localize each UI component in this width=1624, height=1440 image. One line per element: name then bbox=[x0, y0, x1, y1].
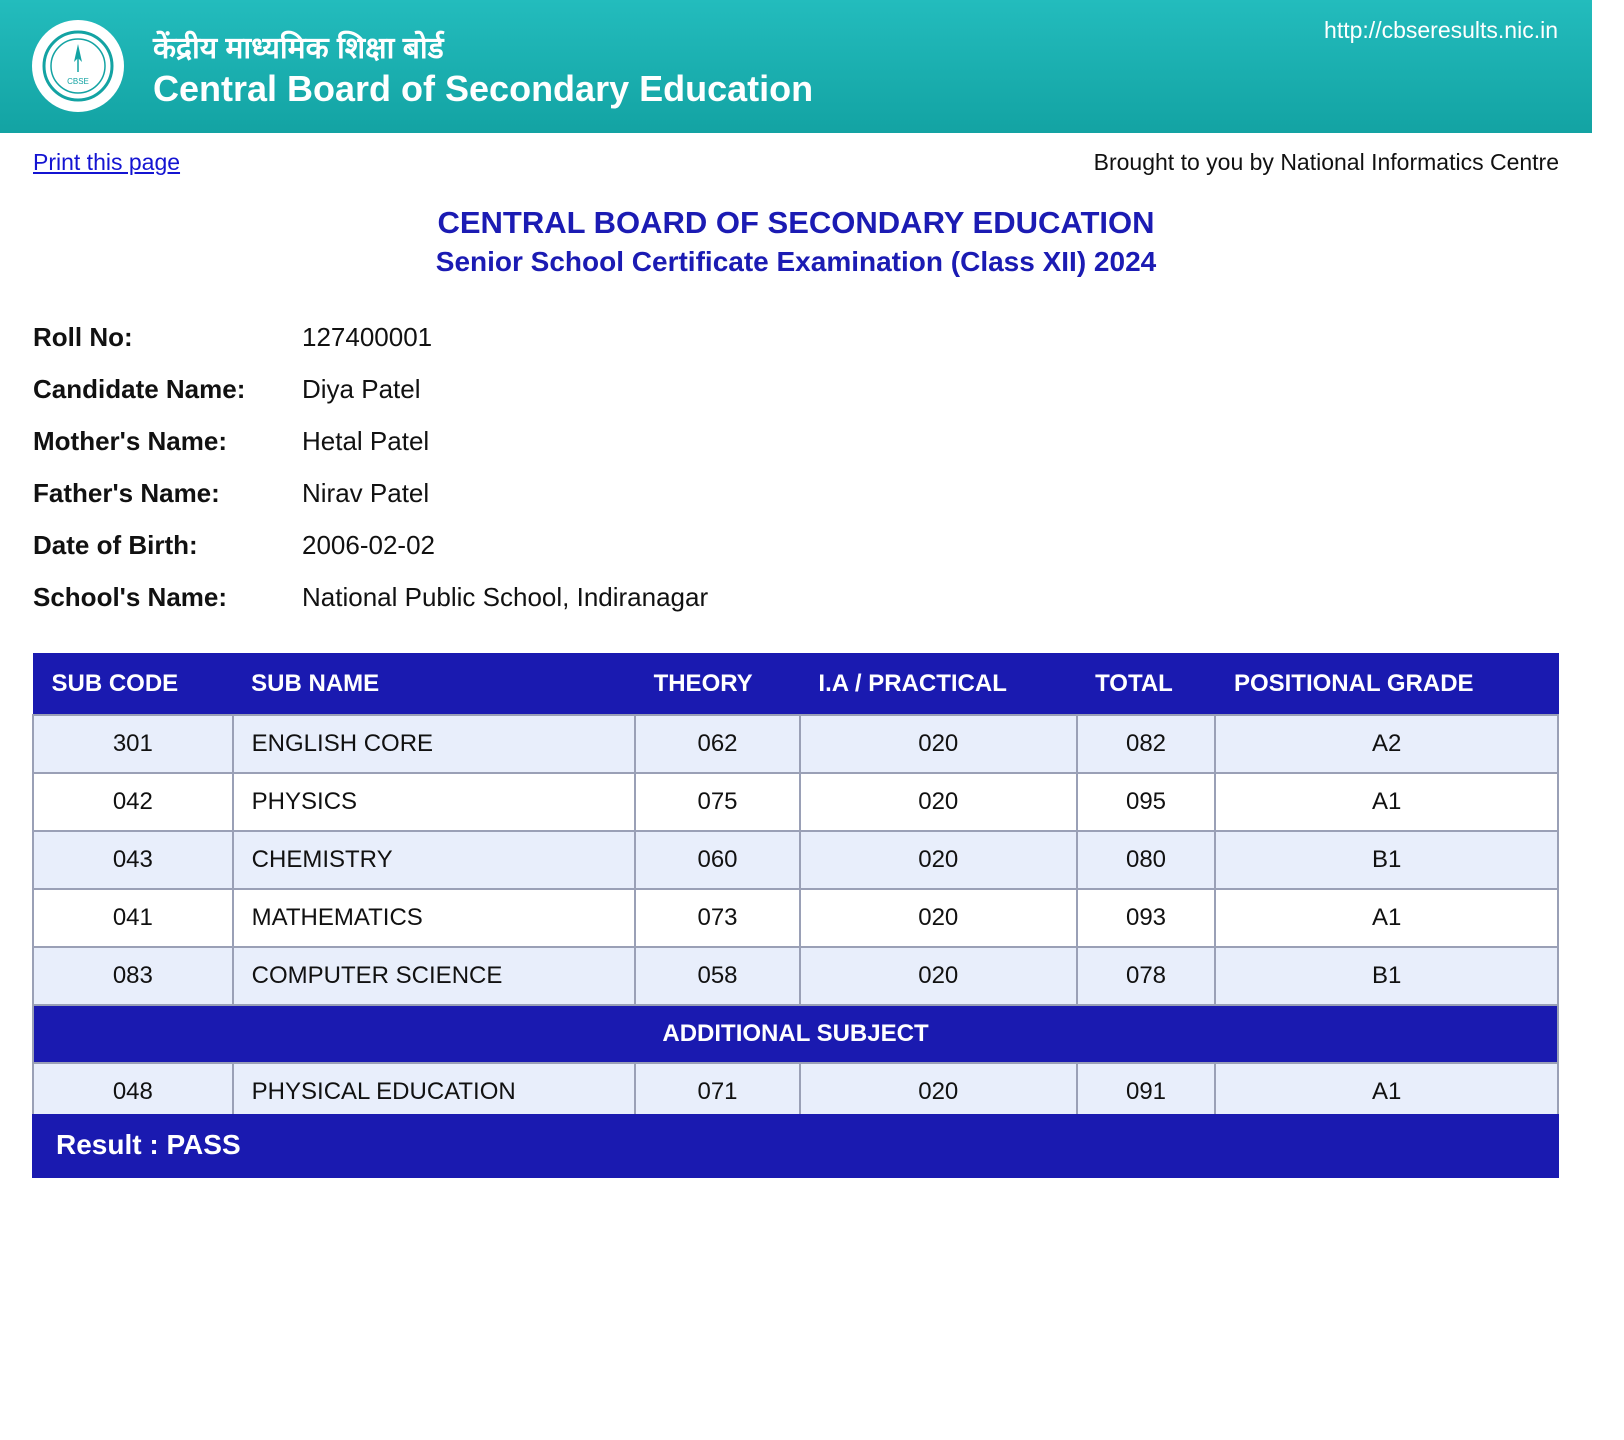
cell-grade: A1 bbox=[1214, 772, 1559, 832]
info-value: National Public School, Indiranagar bbox=[302, 582, 709, 612]
info-father-name: Father's Name: Nirav Patel bbox=[33, 478, 429, 509]
cell-grade: A1 bbox=[1214, 888, 1559, 948]
hindi-board-title: केंद्रीय माध्यमिक शिक्षा बोर्ड bbox=[153, 32, 444, 65]
info-school-name: School's Name: National Public School, In… bbox=[33, 582, 708, 613]
cell-total: 091 bbox=[1075, 1062, 1217, 1122]
info-value: 2006-02-02 bbox=[302, 530, 435, 560]
info-label: Father's Name: bbox=[33, 478, 220, 508]
col-header-total: TOTAL bbox=[1076, 653, 1216, 716]
table-row: 041 MATHEMATICS 073 020 093 A1 bbox=[32, 888, 1559, 948]
cell-theory: 071 bbox=[634, 1062, 801, 1122]
cell-practical: 020 bbox=[798, 888, 1078, 948]
cell-grade: B1 bbox=[1214, 830, 1559, 890]
table-row: 048 PHYSICAL EDUCATION 071 020 091 A1 bbox=[32, 1062, 1559, 1122]
cell-sub-name: ENGLISH CORE bbox=[231, 714, 637, 774]
cell-theory: 075 bbox=[634, 772, 801, 832]
logo-text: CBSE bbox=[67, 77, 89, 86]
site-url[interactable]: http://cbseresults.nic.in bbox=[1324, 17, 1558, 44]
cell-theory: 062 bbox=[634, 714, 801, 774]
cbse-logo: CBSE bbox=[32, 20, 124, 112]
info-value: 127400001 bbox=[302, 322, 433, 352]
cell-total: 095 bbox=[1075, 772, 1217, 832]
cell-theory: 073 bbox=[634, 888, 801, 948]
info-label: Candidate Name: bbox=[33, 374, 246, 404]
col-header-sub-name: SUB NAME bbox=[232, 653, 636, 716]
table-header-row: SUB CODE SUB NAME THEORY I.A / PRACTICAL… bbox=[32, 653, 1559, 716]
result-text: Result : PASS bbox=[56, 1129, 241, 1160]
nic-credit: Brought to you by National Informatics C… bbox=[1093, 149, 1559, 175]
cell-theory: 058 bbox=[634, 946, 801, 1006]
col-header-grade: POSITIONAL GRADE bbox=[1214, 653, 1559, 716]
table-row: 043 CHEMISTRY 060 020 080 B1 bbox=[32, 830, 1559, 890]
cell-total: 093 bbox=[1075, 888, 1217, 948]
cell-grade: A2 bbox=[1214, 714, 1559, 774]
cell-sub-name: COMPUTER SCIENCE bbox=[231, 946, 637, 1006]
cell-sub-code: 042 bbox=[32, 772, 234, 832]
cell-sub-name: CHEMISTRY bbox=[231, 830, 637, 890]
cell-sub-code: 041 bbox=[32, 888, 234, 948]
cell-practical: 020 bbox=[798, 1062, 1078, 1122]
info-label: School's Name: bbox=[33, 582, 228, 612]
board-heading: CENTRAL BOARD OF SECONDARY EDUCATION bbox=[437, 205, 1155, 240]
info-value: Hetal Patel bbox=[302, 426, 430, 456]
info-mother-name: Mother's Name: Hetal Patel bbox=[33, 426, 429, 457]
cell-grade: A1 bbox=[1214, 1062, 1559, 1122]
emblem-icon: CBSE bbox=[42, 30, 114, 102]
info-roll-no: Roll No: 127400001 bbox=[33, 322, 432, 353]
table-row: 083 COMPUTER SCIENCE 058 020 078 B1 bbox=[32, 946, 1559, 1006]
cell-theory: 060 bbox=[634, 830, 801, 890]
info-date-of-birth: Date of Birth: 2006-02-02 bbox=[33, 530, 435, 561]
english-board-title: Central Board of Secondary Education bbox=[153, 68, 814, 109]
print-page-link[interactable]: Print this page bbox=[33, 149, 180, 176]
cell-sub-code: 301 bbox=[32, 714, 234, 774]
cell-grade: B1 bbox=[1214, 946, 1559, 1006]
cell-sub-name: MATHEMATICS bbox=[231, 888, 637, 948]
col-header-sub-code: SUB CODE bbox=[32, 653, 234, 716]
additional-subject-label: ADDITIONAL SUBJECT bbox=[32, 1004, 1559, 1064]
table-row: 042 PHYSICS 075 020 095 A1 bbox=[32, 772, 1559, 832]
additional-subject-row: ADDITIONAL SUBJECT bbox=[32, 1004, 1559, 1064]
cell-total: 080 bbox=[1075, 830, 1217, 890]
cell-sub-name: PHYSICS bbox=[231, 772, 637, 832]
info-value: Nirav Patel bbox=[302, 478, 430, 508]
info-label: Mother's Name: bbox=[33, 426, 227, 456]
header-banner: CBSE केंद्रीय माध्यमिक शिक्षा बोर्ड Cent… bbox=[0, 0, 1592, 133]
info-label: Date of Birth: bbox=[33, 530, 198, 560]
info-value: Diya Patel bbox=[302, 374, 421, 404]
col-header-practical: I.A / PRACTICAL bbox=[799, 653, 1078, 716]
table-row: 301 ENGLISH CORE 062 020 082 A2 bbox=[32, 714, 1559, 774]
cell-total: 078 bbox=[1075, 946, 1217, 1006]
cell-sub-name: PHYSICAL EDUCATION bbox=[231, 1062, 637, 1122]
cell-sub-code: 048 bbox=[32, 1062, 234, 1122]
col-header-theory: THEORY bbox=[634, 653, 801, 716]
cell-sub-code: 083 bbox=[32, 946, 234, 1006]
cell-total: 082 bbox=[1075, 714, 1217, 774]
cell-practical: 020 bbox=[798, 830, 1078, 890]
marks-table: SUB CODE SUB NAME THEORY I.A / PRACTICAL… bbox=[32, 653, 1559, 1122]
cell-sub-code: 043 bbox=[32, 830, 234, 890]
result-bar: Result : PASS bbox=[32, 1114, 1559, 1178]
cell-practical: 020 bbox=[798, 714, 1078, 774]
cell-practical: 020 bbox=[798, 946, 1078, 1006]
exam-heading: Senior School Certificate Examination (C… bbox=[435, 246, 1157, 277]
cell-practical: 020 bbox=[798, 772, 1078, 832]
info-label: Roll No: bbox=[33, 322, 133, 352]
info-candidate-name: Candidate Name: Diya Patel bbox=[33, 374, 421, 405]
